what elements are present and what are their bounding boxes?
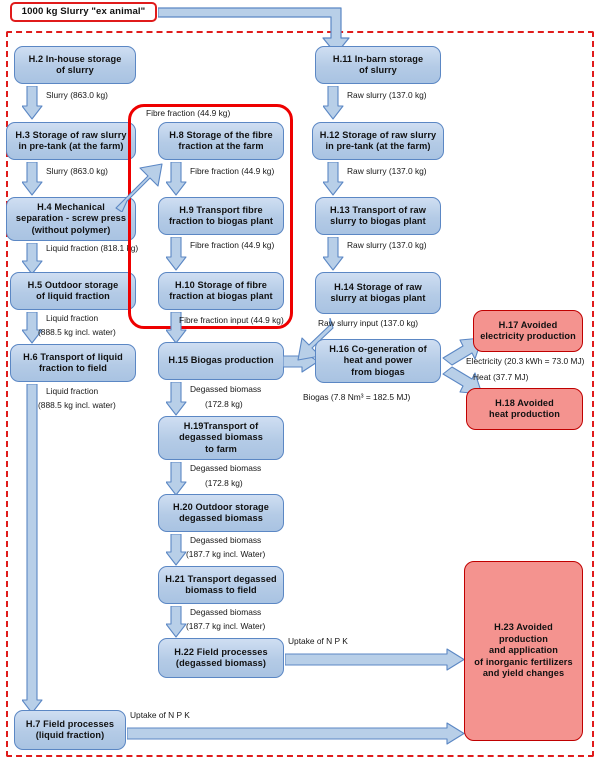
box-h23: H.23 Avoided production and application …: [464, 561, 583, 741]
box-h8: H.8 Storage of the fibre fraction at the…: [158, 122, 284, 160]
arrow-h9-to-h10: [166, 237, 188, 271]
label-electricity: Electricity (20.3 kWh = 73.0 MJ): [466, 356, 585, 366]
arrow-h20-to-h21: [166, 534, 188, 566]
box-h12: H.12 Storage of raw slurry in pre-tank (…: [312, 122, 444, 160]
box-h17: H.17 Avoided electricity production: [473, 310, 583, 352]
label-heat: Heat (37.7 MJ): [473, 372, 529, 382]
flowchart-canvas: 1000 kg Slurry "ex animal" H.2 In-house …: [0, 0, 600, 762]
box-h6: H.6 Transport of liquid fraction to fiel…: [10, 344, 136, 382]
label-degassed-187-b-1: Degassed biomass: [190, 607, 262, 617]
arrow-h6-to-h7: [22, 384, 44, 714]
label-fibre-top: Fibre fraction (44.9 kg): [146, 108, 231, 118]
arrow-h4-to-h5: [22, 243, 44, 275]
box-h20: H.20 Outdoor storage degassed biomass: [158, 494, 284, 532]
box-h11: H.11 In-barn storage of slurry: [315, 46, 441, 84]
arrow-h19-to-h20: [166, 462, 188, 496]
label-degassed-187-b-2: (187.7 kg incl. Water): [186, 621, 266, 631]
label-liquid-888-b-2: (888.5 kg incl. water): [38, 400, 116, 410]
box-h9: H.9 Transport fibre fraction to biogas p…: [158, 197, 284, 235]
label-raw-137-a: Raw slurry (137.0 kg): [347, 90, 427, 100]
box-h21: H.21 Transport degassed biomass to field: [158, 566, 284, 604]
box-h7: H.7 Field processes (liquid fraction): [14, 710, 126, 750]
label-degassed-172-b-1: Degassed biomass: [190, 463, 262, 473]
label-degassed-172-a-1: Degassed biomass: [190, 384, 262, 394]
label-liquid-818: Liquid fraction (818.1 kg): [46, 243, 139, 253]
arrow-h7-to-h23: [127, 722, 465, 746]
label-liquid-888-b-1: Liquid fraction: [46, 386, 99, 396]
label-liquid-888-a-2: (888.5 kg incl. water): [38, 327, 116, 337]
arrow-h13-to-h14: [323, 237, 345, 271]
label-slurry-863-b: Slurry (863.0 kg): [46, 166, 108, 176]
label-raw-137-c: Raw slurry (137.0 kg): [347, 240, 427, 250]
box-h18: H.18 Avoided heat production: [466, 388, 583, 430]
box-h22: H.22 Field processes (degassed biomass): [158, 638, 284, 678]
box-h19: H.19Transport of degassed biomass to far…: [158, 416, 284, 460]
box-h15: H.15 Biogas production: [158, 342, 284, 380]
label-liquid-888-a-1: Liquid fraction: [46, 313, 99, 323]
label-degassed-187-a-1: Degassed biomass: [190, 535, 262, 545]
arrow-h3-to-h4: [22, 162, 44, 196]
arrow-h12-to-h13: [323, 162, 345, 196]
arrow-h21-to-h22: [166, 606, 188, 638]
box-h2: H.2 In-house storage of slurry: [14, 46, 136, 84]
arrow-h11-to-h12: [323, 86, 345, 120]
arrow-h8-to-h9: [166, 162, 188, 196]
label-fibre-a: Fibre fraction (44.9 kg): [190, 166, 275, 176]
label-degassed-172-a-2: (172.8 kg): [205, 399, 243, 409]
label-slurry-863-a: Slurry (863.0 kg): [46, 90, 108, 100]
box-input-slurry: 1000 kg Slurry "ex animal": [10, 2, 157, 22]
label-uptake-npk-b: Uptake of N P K: [130, 710, 190, 720]
label-degassed-187-a-2: (187.7 kg incl. Water): [186, 549, 266, 559]
box-h16: H.16 Co-generation of heat and power fro…: [315, 339, 441, 383]
box-h10: H.10 Storage of fibre fraction at biogas…: [158, 272, 284, 310]
arrow-h2-to-h3: [22, 86, 44, 120]
box-h13: H.13 Transport of raw slurry to biogas p…: [315, 197, 441, 235]
label-fibre-input: Fibre fraction input (44.9 kg): [179, 315, 284, 325]
box-h5: H.5 Outdoor storage of liquid fraction: [10, 272, 136, 310]
arrow-h22-to-h23: [285, 648, 465, 672]
label-uptake-npk-a: Uptake of N P K: [288, 636, 348, 646]
label-raw-input: Raw slurry input (137.0 kg): [318, 318, 419, 328]
label-raw-137-b: Raw slurry (137.0 kg): [347, 166, 427, 176]
arrow-h15-to-h19: [166, 382, 188, 416]
label-biogas: Biogas (7.8 Nm³ = 182.5 MJ): [303, 392, 411, 402]
label-degassed-172-b-2: (172.8 kg): [205, 478, 243, 488]
box-h14: H.14 Storage of raw slurry at biogas pla…: [315, 272, 441, 314]
label-fibre-b: Fibre fraction (44.9 kg): [190, 240, 275, 250]
